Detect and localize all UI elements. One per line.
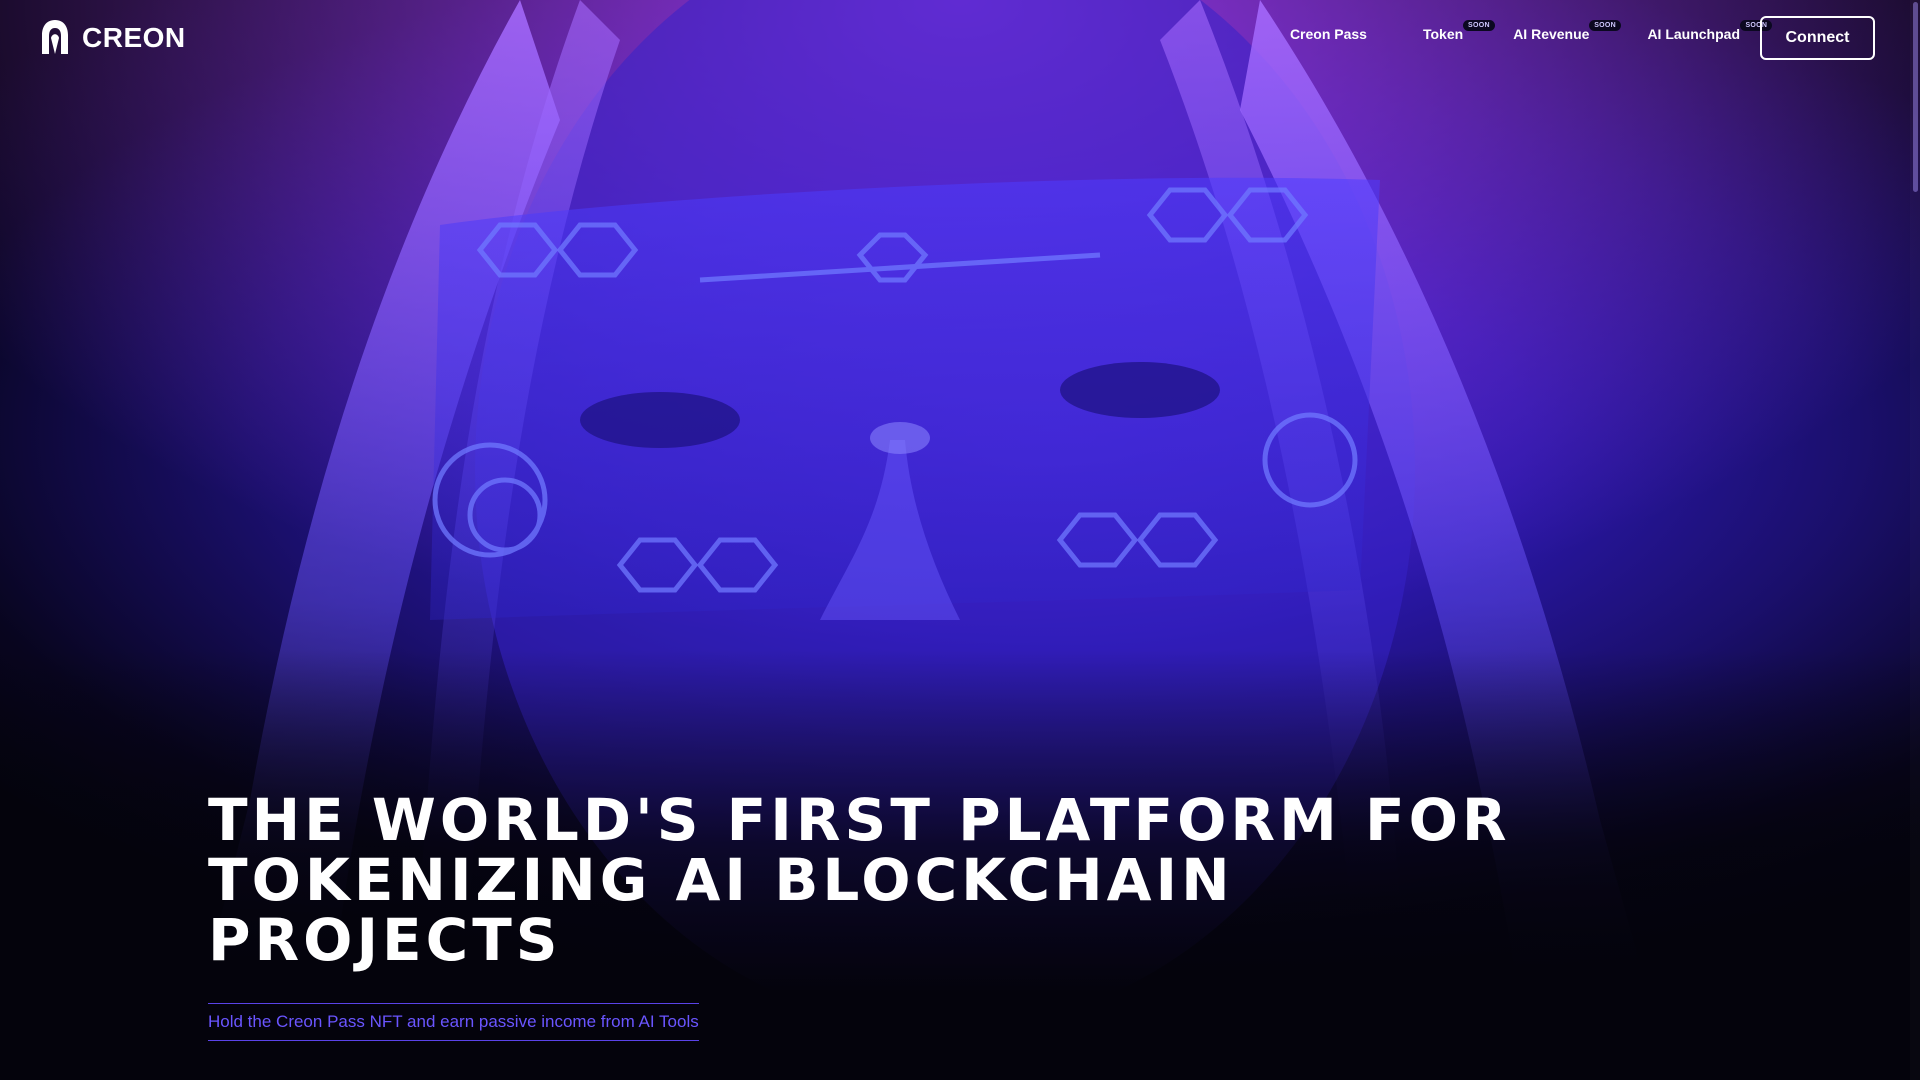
nav-item-label: AI Launchpad — [1647, 26, 1740, 42]
headline-line: THE WORLD'S FIRST PLATFORM FOR — [208, 786, 1511, 854]
connect-wallet-button[interactable]: Connect — [1760, 16, 1875, 60]
soon-badge: SOON — [1589, 20, 1622, 31]
page-scrollbar[interactable] — [1910, 0, 1920, 1080]
hero-subline-link[interactable]: Hold the Creon Pass NFT and earn passive… — [208, 1003, 699, 1041]
brand-name: CREON — [82, 22, 186, 53]
brand-logo[interactable]: CREON — [40, 18, 186, 58]
nav-item-token[interactable]: Token SOON — [1422, 20, 1495, 42]
nav-item-label: AI Revenue — [1513, 26, 1590, 42]
soon-badge: SOON — [1462, 20, 1495, 31]
nav-item-creon-pass[interactable]: Creon Pass — [1290, 26, 1367, 42]
top-navigation-bar: CREON Creon Pass Token SOON AI Revenue S… — [0, 0, 1920, 78]
nav-item-label: Creon Pass — [1289, 26, 1367, 42]
scrollbar-thumb[interactable] — [1913, 2, 1918, 192]
main-nav: Creon Pass Token SOON AI Revenue SOON AI… — [1290, 20, 1773, 42]
nav-item-ai-revenue[interactable]: AI Revenue SOON — [1513, 20, 1622, 42]
headline-line: PROJECTS — [208, 906, 562, 974]
headline-line: TOKENIZING AI BLOCKCHAIN — [208, 846, 1234, 914]
hero-headline: THE WORLD'S FIRST PLATFORM FOR TOKENIZIN… — [208, 790, 1688, 970]
nav-item-ai-launchpad[interactable]: AI Launchpad SOON — [1647, 20, 1773, 42]
creon-logo-icon — [42, 20, 68, 54]
nav-item-label: Token — [1422, 26, 1464, 42]
